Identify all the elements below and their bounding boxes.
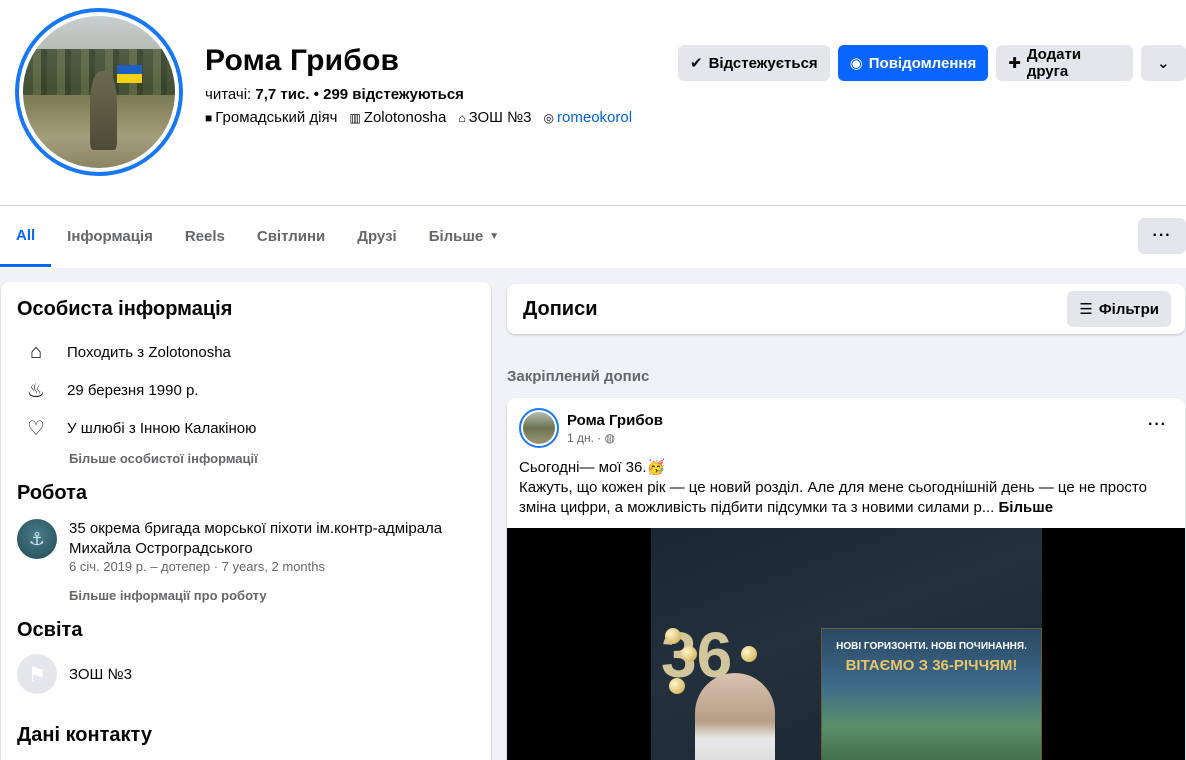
profile-tags: ■ Громадський діяч ▥ Zolotonosha ⌂ ЗОШ №3 ◎…	[205, 109, 632, 126]
pinned-post: Рома Грибов 1 дн. · ◍ ··· Сьогодні— мої …	[507, 398, 1185, 760]
pinned-post-label: Закріплений допис	[507, 368, 650, 385]
profile-name: Рома Грибов	[205, 44, 400, 77]
tag-city: ▥ Zolotonosha	[349, 109, 447, 126]
post-author-avatar[interactable]	[519, 408, 559, 448]
caret-down-icon: ▼	[489, 231, 500, 242]
tab-reels[interactable]: Reels	[169, 206, 241, 267]
education-title: Освіта	[17, 619, 83, 641]
tabs-more-options-button[interactable]: ···	[1138, 218, 1186, 254]
brigade-logo-icon[interactable]: ⚓	[17, 519, 57, 559]
profile-stats[interactable]: читачі: 7,7 тис. • 299 відстежуються	[205, 86, 464, 103]
work-name[interactable]: 35 окрема бригада морської піхоти ім.кон…	[69, 519, 475, 559]
intro-birthday: ♨ 29 березня 1990 р.	[17, 371, 475, 409]
tag-school: ⌂ ЗОШ №3	[458, 109, 532, 126]
home-icon: ⌂	[29, 340, 43, 363]
instagram-icon: ◎	[543, 110, 555, 125]
tag-instagram[interactable]: ◎ romeokorol	[544, 109, 633, 126]
more-actions-button[interactable]: ⌄	[1140, 45, 1186, 81]
personal-more-link[interactable]: Більше особистої інформації	[17, 451, 475, 466]
cake-icon: ♨	[27, 379, 45, 402]
birthday-banner: НОВІ ГОРИЗОНТИ. НОВІ ПОЧИНАННЯ. ВІТАЄМО …	[821, 628, 1042, 760]
add-friend-button[interactable]: ✚ Додати друга	[996, 45, 1133, 81]
school-name[interactable]: ЗОШ №3	[69, 666, 132, 683]
post-meta: 1 дн. · ◍	[567, 430, 616, 445]
intro-from: ⌂ Походить з Zolotonosha	[17, 333, 475, 371]
post-options-button[interactable]: ···	[1148, 416, 1167, 434]
heart-icon: ♡	[27, 417, 45, 440]
intro-card: Особиста інформація ⌂ Походить з Zolotono…	[1, 282, 491, 760]
follow-check-icon: ✔	[690, 55, 703, 72]
add-friend-icon: ✚	[1008, 55, 1021, 72]
personal-info-title: Особиста інформація	[17, 298, 233, 320]
tab-friends[interactable]: Друзі	[341, 206, 412, 267]
school-icon: ⌂	[458, 110, 466, 125]
work-item: ⚓ 35 окрема бригада морської піхоти ім.к…	[17, 517, 475, 574]
post-image[interactable]: 36 НОВІ ГОРИЗОНТИ. НОВІ ПОЧИНАННЯ. ВІТАЄ…	[507, 528, 1185, 760]
tab-info[interactable]: Інформація	[51, 206, 169, 267]
ukraine-flag-icon	[117, 64, 142, 83]
tag-occupation: ■ Громадський діяч	[205, 109, 338, 126]
work-more-link[interactable]: Більше інформації про роботу	[17, 588, 475, 603]
see-more-link[interactable]: Більше	[999, 499, 1054, 516]
tab-photos[interactable]: Світлини	[241, 206, 341, 267]
profile-tabs: All Інформація Reels Світлини Друзі Біль…	[0, 206, 515, 267]
posts-title: Дописи	[523, 297, 598, 320]
contacts-title: Дані контакту	[17, 724, 152, 746]
filter-icon: ☰	[1079, 301, 1093, 318]
work-dates: 6 січ. 2019 р. – дотепер · 7 years, 2 mo…	[69, 559, 326, 574]
post-text: Сьогодні— мої 36.🥳 Кажуть, що кожен рік …	[519, 459, 1147, 516]
globe-icon: ◍	[604, 430, 616, 445]
post-author-name[interactable]: Рома Грибов	[567, 412, 663, 429]
school-item: ⚑ ЗОШ №3	[17, 654, 475, 694]
profile-avatar[interactable]	[15, 8, 183, 176]
birthday-photo: 36 НОВІ ГОРИЗОНТИ. НОВІ ПОЧИНАННЯ. ВІТАЄ…	[651, 528, 1042, 760]
profile-photo	[23, 16, 175, 168]
filters-button[interactable]: ☰ Фільтри	[1067, 291, 1171, 327]
message-button[interactable]: ◉ Повідомлення	[837, 45, 989, 81]
tab-all[interactable]: All	[0, 206, 52, 267]
post-header: Рома Грибов 1 дн. · ◍	[519, 408, 663, 448]
profile-actions: ✔ Відстежується ◉ Повідомлення ✚ Додати дру…	[678, 45, 1186, 81]
messenger-icon: ◉	[849, 55, 863, 72]
briefcase-icon: ■	[205, 110, 213, 125]
chevron-down-icon: ⌄	[1156, 55, 1170, 72]
person-figure	[695, 673, 775, 760]
intro-relationship: ♡ У шлюбі з Інною Калакіною	[17, 409, 475, 447]
following-button[interactable]: ✔ Відстежується	[678, 45, 830, 81]
work-title: Робота	[17, 482, 88, 504]
tab-more[interactable]: Більше ▼	[413, 206, 515, 267]
flag-placeholder-icon[interactable]: ⚑	[17, 654, 57, 694]
posts-header-card: Дописи ☰ Фільтри	[507, 284, 1185, 334]
building-icon: ▥	[349, 110, 361, 125]
profile-header: Рома Грибов читачі: 7,7 тис. • 299 відст…	[0, 0, 1186, 268]
